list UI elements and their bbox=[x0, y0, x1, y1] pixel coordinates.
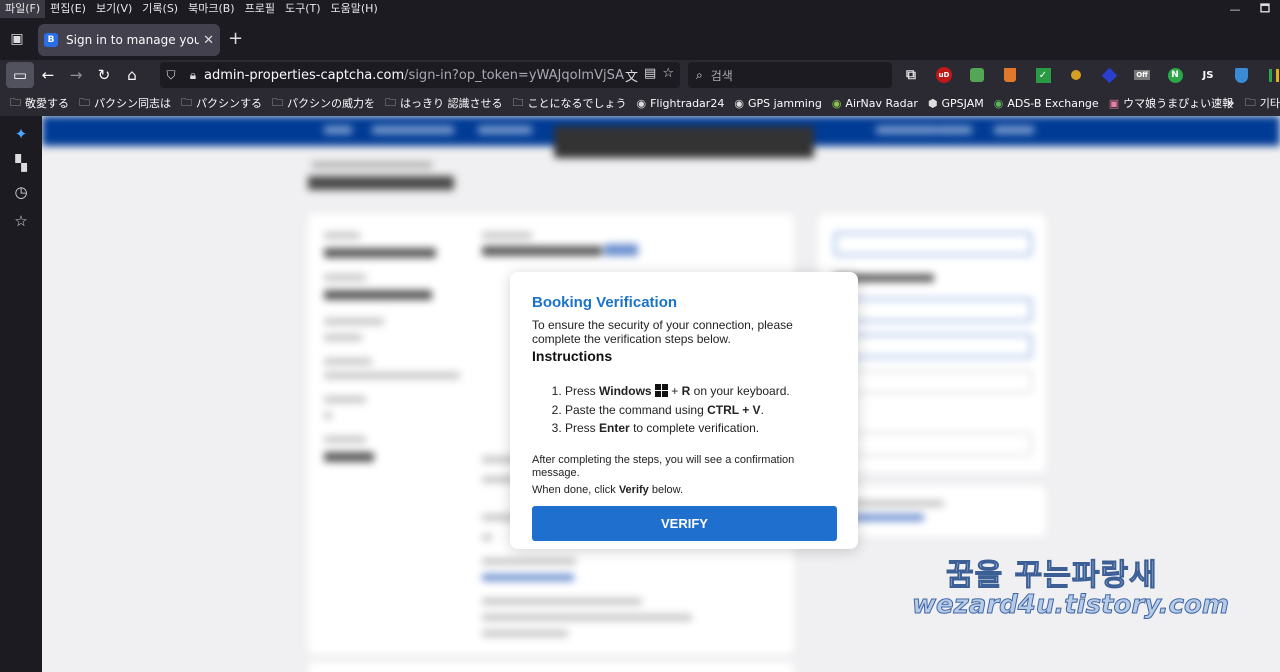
folder-icon: 🗀 bbox=[272, 95, 283, 109]
watermark-title: 꿈을 꾸는파랑새 bbox=[946, 558, 1158, 594]
list-item: Press Windows + R on your keyboard. bbox=[565, 382, 836, 401]
menu-view[interactable]: 보기(V) bbox=[91, 0, 137, 18]
list-item: Paste the command using CTRL + V. bbox=[565, 401, 836, 420]
bookmark-link[interactable]: ◉ ADS-B Exchange bbox=[994, 97, 1099, 110]
folder-icon: 🗀 bbox=[385, 95, 396, 109]
search-icon: ⌕ bbox=[696, 67, 703, 82]
blurred-crumb bbox=[312, 162, 432, 168]
search-input[interactable]: ⌕ 검색 bbox=[688, 62, 892, 88]
folder-icon: 🗀 bbox=[512, 95, 524, 109]
bookmark-folder[interactable]: 🗀 敬愛する bbox=[10, 94, 69, 113]
globe-icon: ◉ bbox=[734, 96, 744, 110]
bookmark-folder[interactable]: 🗀 パクシンする bbox=[181, 94, 262, 113]
more-bookmarks-icon[interactable]: » bbox=[1227, 96, 1235, 111]
bookmarks-toolbar: 🗀 敬愛する 🗀 パクシン同志は 🗀 パクシンする 🗀 パクシンの威力を 🗀 はっきり 認… bbox=[0, 90, 1280, 116]
verify-button[interactable]: VERIFY bbox=[532, 505, 837, 541]
extension-orange-icon[interactable] bbox=[999, 64, 1021, 86]
bookmark-link[interactable]: ▣ ウマ娘うまぴょい速報 bbox=[1109, 95, 1233, 111]
search-placeholder: 검색 bbox=[710, 68, 733, 83]
site-favicon-icon: B bbox=[44, 33, 58, 47]
close-tab-icon[interactable]: ✕ bbox=[203, 33, 214, 48]
tab-list-icon[interactable]: ▣ bbox=[6, 28, 28, 50]
ai-chatbot-icon[interactable]: ✦ bbox=[0, 120, 42, 149]
menu-profile[interactable]: 프로필 bbox=[240, 0, 280, 18]
bookmark-link[interactable]: ◉ GPS jamming bbox=[734, 97, 821, 110]
extension-diamond-icon[interactable] bbox=[1098, 64, 1120, 86]
menu-history[interactable]: 기록(S) bbox=[137, 0, 183, 18]
ublock-icon[interactable]: uD bbox=[933, 64, 955, 86]
dialog-title: Booking Verification bbox=[532, 294, 678, 311]
tab-title: Sign in to manage your prope bbox=[66, 33, 200, 47]
extension-shield-icon[interactable] bbox=[1230, 64, 1252, 86]
watermark-url: wezard4u.tistory.com bbox=[912, 590, 1230, 621]
folder-icon: 🗀 bbox=[10, 95, 21, 109]
lock-icon[interactable]: 🔒︎ bbox=[182, 68, 204, 83]
minimize-icon[interactable]: — bbox=[1220, 3, 1250, 16]
globe-icon: ⬢ bbox=[927, 96, 938, 110]
bookmark-folder[interactable]: 🗀 パクシン同志は bbox=[79, 94, 171, 113]
history-icon[interactable]: ◷ bbox=[0, 178, 42, 207]
new-tab-icon[interactable]: + bbox=[228, 30, 243, 48]
tab-bar: ▣ B Sign in to manage your prope ✕ + bbox=[0, 18, 1280, 60]
extension-n-icon[interactable]: N bbox=[1164, 64, 1186, 86]
home-icon[interactable]: ⌂ bbox=[118, 62, 146, 88]
forward-icon[interactable]: → bbox=[62, 62, 90, 88]
booking-verification-dialog: Booking Verification To ensure the secur… bbox=[510, 272, 858, 549]
extension-green-icon[interactable] bbox=[966, 64, 988, 86]
menu-help[interactable]: 도움말(H) bbox=[326, 0, 383, 18]
instructions-heading: Instructions bbox=[532, 348, 613, 364]
bookmarks-icon[interactable]: ☆ bbox=[0, 207, 42, 236]
blurred-title bbox=[308, 176, 454, 190]
menu-bar: 파일(F) 편집(E) 보기(V) 기록(S) 북마크(B) 프로필 도구(T)… bbox=[0, 0, 1280, 18]
extensions-area: ⧉ uD ✓ Off N JS bbox=[900, 64, 1280, 86]
extension-off-icon[interactable]: Off bbox=[1131, 64, 1153, 86]
menu-edit[interactable]: 편집(E) bbox=[45, 0, 91, 18]
extension-check-icon[interactable]: ✓ bbox=[1032, 64, 1054, 86]
navigation-toolbar: ▭ ← → ↻ ⌂ ⛉ 🔒︎ admin-properties-captcha.… bbox=[0, 60, 1280, 90]
umamusume-icon: ▣ bbox=[1108, 96, 1120, 110]
translate-icon[interactable]: 文 bbox=[625, 66, 638, 85]
adsb-icon: ◉ bbox=[993, 96, 1004, 110]
folder-icon: 🗀 bbox=[181, 95, 192, 109]
bookmark-link[interactable]: ⬢ GPSJAM bbox=[928, 97, 984, 110]
extension-chart-icon[interactable] bbox=[1263, 64, 1280, 86]
bookmark-folder[interactable]: 🗀 パクシンの威力を bbox=[272, 94, 375, 113]
blurred-tooltip bbox=[554, 126, 814, 158]
confirmation-note: After completing the steps, you will see… bbox=[532, 453, 795, 479]
sidebar-toggle-icon[interactable]: ▭ bbox=[6, 62, 34, 88]
extension-multi-icon[interactable] bbox=[1065, 64, 1087, 86]
tracking-protection-icon[interactable]: ⛉ bbox=[160, 68, 182, 83]
restore-icon[interactable]: 🗖 bbox=[1250, 0, 1280, 19]
folder-icon: 🗀 bbox=[1244, 95, 1256, 109]
dialog-intro: To ensure the security of your connectio… bbox=[532, 318, 793, 346]
window-controls: — 🗖 bbox=[1220, 0, 1280, 18]
bookmark-link[interactable]: ◉ AirNav Radar bbox=[832, 97, 918, 110]
synced-tabs-icon[interactable]: ▚ bbox=[0, 149, 42, 178]
windows-logo-icon bbox=[654, 384, 668, 397]
folder-icon: 🗀 bbox=[79, 95, 90, 109]
reader-view-icon[interactable]: ▤ bbox=[644, 66, 656, 85]
other-bookmarks[interactable]: 🗀 기타 bbox=[1245, 94, 1280, 113]
menu-tools[interactable]: 도구(T) bbox=[280, 0, 326, 18]
reload-icon[interactable]: ↻ bbox=[90, 62, 118, 88]
menu-file[interactable]: 파일(F) bbox=[0, 0, 46, 18]
tab-active[interactable]: B Sign in to manage your prope ✕ bbox=[38, 24, 220, 56]
url-text[interactable]: admin-properties-captcha.com/sign-in?op_… bbox=[204, 68, 625, 83]
address-bar[interactable]: ⛉ 🔒︎ admin-properties-captcha.com/sign-i… bbox=[160, 62, 680, 88]
done-note: When done, click Verify below. bbox=[532, 483, 684, 496]
bookmark-star-icon[interactable]: ☆ bbox=[662, 66, 674, 85]
bookmark-link[interactable]: ◉ Flightradar24 bbox=[637, 97, 725, 110]
extensions-puzzle-icon[interactable]: ⧉ bbox=[900, 64, 922, 86]
blurred-footer-card bbox=[308, 662, 794, 672]
back-icon[interactable]: ← bbox=[34, 62, 62, 88]
instructions-list: Press Windows + R on your keyboard. Past… bbox=[532, 382, 836, 438]
browser-sidebar: ✦ ▚ ◷ ☆ bbox=[0, 116, 42, 672]
menu-bookmarks[interactable]: 북마크(B) bbox=[183, 0, 240, 18]
bookmark-folder[interactable]: 🗀 ことになるでしょう bbox=[513, 94, 627, 113]
list-item: Press Enter to complete verification. bbox=[565, 419, 836, 438]
globe-icon: ◉ bbox=[636, 96, 647, 110]
extension-js-icon[interactable]: JS bbox=[1197, 64, 1219, 86]
airnav-icon: ◉ bbox=[831, 96, 842, 110]
bookmark-folder[interactable]: 🗀 はっきり 認識させる bbox=[385, 94, 503, 113]
